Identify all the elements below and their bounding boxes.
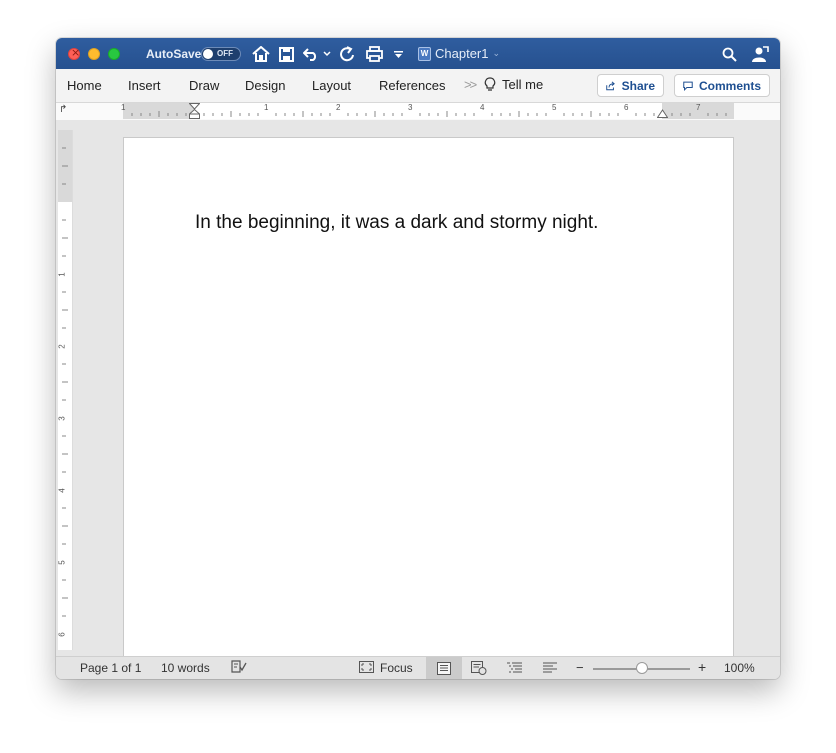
status-bar: Page 1 of 1 10 words Focus − + 100% [56, 656, 780, 679]
print-layout-view-button[interactable] [426, 657, 462, 679]
autosave-label: AutoSave [146, 47, 202, 61]
lightbulb-icon [484, 77, 496, 91]
word-document-icon: W [418, 46, 431, 61]
document-canvas[interactable]: 1 2 3 4 5 6 In the beginning, it was a d… [56, 120, 780, 656]
vertical-ruler-number: 2 [57, 344, 67, 349]
document-body-text[interactable]: In the beginning, it was a dark and stor… [195, 212, 598, 234]
vertical-ruler-number: 1 [57, 272, 67, 277]
vertical-ruler[interactable]: 1 2 3 4 5 6 [58, 130, 73, 650]
maximize-window-button[interactable] [108, 48, 120, 60]
ruler-number: 7 [696, 103, 701, 112]
vertical-ruler-number: 3 [57, 416, 67, 421]
tell-me-search[interactable]: Tell me [484, 77, 543, 92]
outline-view-icon[interactable] [507, 662, 522, 677]
document-name: Chapter1 [435, 46, 489, 61]
page-count[interactable]: Page 1 of 1 [80, 661, 141, 675]
right-indent-marker-icon[interactable] [657, 109, 668, 118]
word-count[interactable]: 10 words [161, 661, 210, 675]
autosave-state: OFF [217, 49, 233, 58]
horizontal-ruler[interactable]: 1 1 2 3 4 5 6 7 [121, 103, 734, 119]
print-layout-icon [437, 662, 451, 675]
ruler-number: 2 [336, 103, 341, 112]
tell-me-label: Tell me [502, 77, 544, 92]
vertical-ruler-number: 5 [57, 560, 67, 565]
comments-button[interactable]: Comments [674, 74, 770, 97]
ruler-number: 1 [121, 103, 126, 112]
print-icon[interactable] [364, 44, 384, 64]
tab-references[interactable]: References [379, 78, 445, 93]
home-icon[interactable] [251, 44, 271, 64]
zoom-slider-thumb[interactable] [636, 662, 648, 674]
focus-icon[interactable] [359, 661, 374, 676]
save-icon[interactable] [277, 44, 295, 64]
close-window-button[interactable] [68, 46, 80, 60]
document-title[interactable]: W Chapter1 ⌄ [418, 46, 500, 61]
undo-icon[interactable] [302, 44, 320, 64]
comments-label: Comments [698, 78, 761, 93]
vertical-ruler-number: 4 [57, 488, 67, 493]
zoom-in-button[interactable]: + [698, 659, 706, 675]
document-page[interactable]: In the beginning, it was a dark and stor… [123, 137, 734, 656]
tab-selector-icon[interactable]: ↱ [59, 104, 67, 115]
focus-label[interactable]: Focus [380, 661, 413, 675]
share-icon [606, 81, 615, 90]
share-button[interactable]: Share [597, 74, 664, 97]
ruler-number: 1 [264, 103, 269, 112]
tab-design[interactable]: Design [245, 78, 285, 93]
undo-dropdown-chevron-icon[interactable] [322, 44, 332, 64]
ruler-number: 4 [480, 103, 485, 112]
zoom-out-button[interactable]: − [576, 660, 584, 675]
proofing-icon[interactable] [231, 660, 247, 677]
vertical-ruler-number: 6 [57, 632, 67, 637]
more-tabs-button[interactable]: >> [464, 77, 477, 92]
customize-toolbar-icon[interactable] [392, 44, 404, 64]
draft-view-icon[interactable] [543, 662, 557, 677]
tab-home[interactable]: Home [67, 78, 102, 93]
tab-draw[interactable]: Draw [189, 78, 219, 93]
share-label: Share [621, 78, 655, 93]
share-person-icon[interactable] [750, 44, 770, 64]
zoom-percent[interactable]: 100% [724, 661, 755, 675]
ruler-number: 6 [624, 103, 629, 112]
ruler-number: 3 [408, 103, 413, 112]
search-icon[interactable] [720, 44, 738, 64]
chevron-down-icon: ⌄ [492, 48, 501, 58]
autosave-toggle[interactable]: OFF [201, 47, 241, 61]
toggle-knob [203, 49, 213, 59]
vertical-ruler-ticks [62, 147, 68, 617]
ribbon-tab-bar: Home Insert Draw Design Layout Reference… [56, 69, 780, 103]
redo-icon[interactable] [338, 44, 356, 64]
web-layout-icon[interactable] [471, 661, 487, 678]
comment-icon [683, 81, 693, 91]
title-bar: AutoSave OFF W Chapter1 ⌄ [56, 38, 780, 69]
minimize-window-button[interactable] [88, 48, 100, 60]
tab-layout[interactable]: Layout [312, 78, 351, 93]
word-window: AutoSave OFF W Chapter1 ⌄ [56, 38, 780, 679]
ruler-ticks [131, 111, 727, 117]
horizontal-ruler-row: ↱ 1 1 2 3 4 5 6 7 [56, 103, 780, 121]
tab-insert[interactable]: Insert [128, 78, 161, 93]
first-line-indent-marker-icon[interactable] [189, 103, 200, 119]
ruler-number: 5 [552, 103, 557, 112]
